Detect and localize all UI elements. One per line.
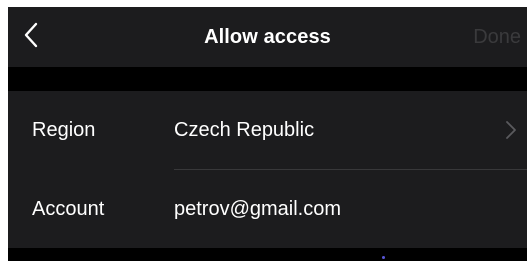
account-row: Account xyxy=(8,170,527,248)
account-label: Account xyxy=(32,198,105,220)
home-indicator xyxy=(382,256,385,259)
page-title: Allow access xyxy=(204,26,331,48)
account-input[interactable] xyxy=(168,190,520,228)
region-row[interactable]: Region Czech Republic xyxy=(8,91,527,170)
settings-group: Region Czech Republic Account xyxy=(8,91,527,248)
chevron-right-icon xyxy=(505,120,517,140)
region-value: Czech Republic xyxy=(174,119,315,141)
navigation-bar: Allow access Done xyxy=(8,7,527,67)
done-button[interactable]: Done xyxy=(473,7,521,67)
app-screen: Allow access Done Region Czech Republic … xyxy=(8,7,527,261)
region-label: Region xyxy=(32,119,96,141)
